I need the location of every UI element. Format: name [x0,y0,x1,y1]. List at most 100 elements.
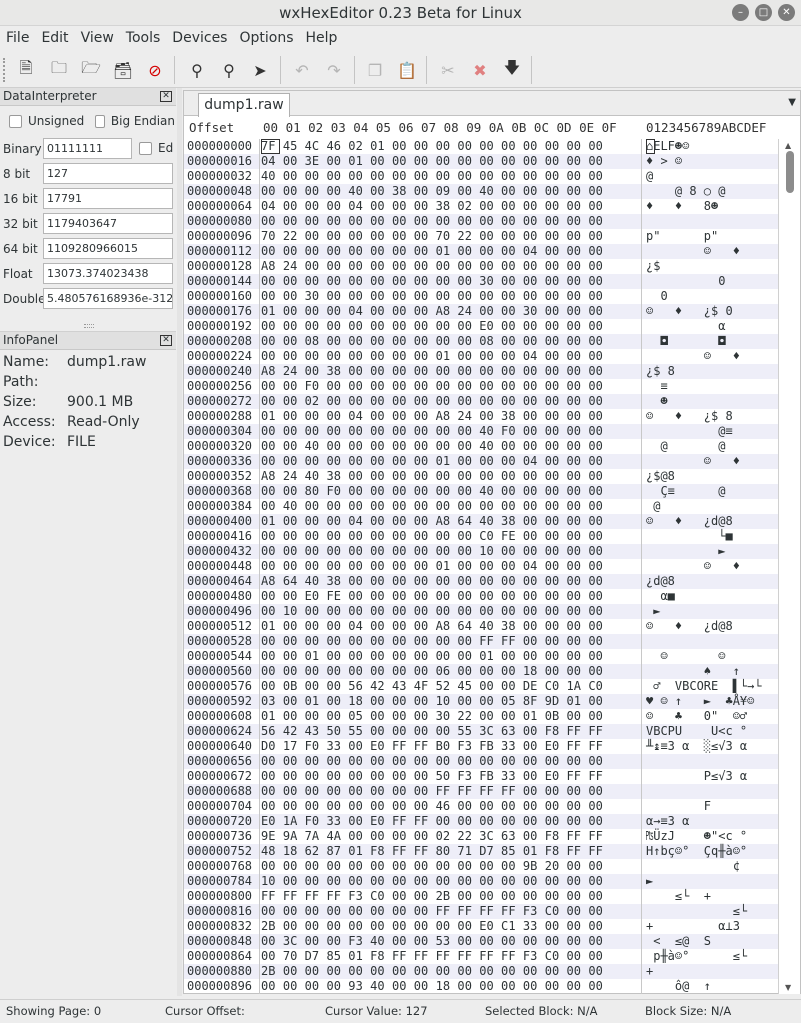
row-hex-bytes[interactable]: 00 00 80 F0 00 00 00 00 00 00 40 00 00 0… [261,484,603,499]
hex-row[interactable]: 000000544 00 00 01 00 00 00 00 00 00 00 0… [184,649,778,664]
close-icon[interactable]: ✕ [160,335,172,346]
row-text[interactable]: ¢ [646,859,740,874]
hex-row[interactable]: 000000496 00 10 00 00 00 00 00 00 00 00 0… [184,604,778,619]
row-hex-bytes[interactable]: 00 00 00 00 00 00 00 00 00 00 10 00 00 0… [261,544,603,559]
row-hex-bytes[interactable]: 03 00 01 00 18 00 00 00 10 00 00 05 8F 9… [261,694,603,709]
hex-row[interactable]: 000000112 00 00 00 00 00 00 00 00 01 00 0… [184,244,778,259]
new-file-icon[interactable]: 🗎 [14,58,38,82]
row-hex-bytes[interactable]: 00 00 00 00 00 00 00 00 00 00 C0 FE 00 0… [261,529,603,544]
hex-row[interactable]: 000000160 00 00 30 00 00 00 00 00 00 00 0… [184,289,778,304]
row-hex-bytes[interactable]: A8 24 00 00 00 00 00 00 00 00 00 00 00 0… [261,259,603,274]
row-hex-bytes[interactable]: 00 00 02 00 00 00 00 00 00 00 00 00 00 0… [261,394,603,409]
menu-tools[interactable]: Tools [120,26,167,52]
hex-row[interactable]: 000000304 00 00 00 00 00 00 00 00 00 00 4… [184,424,778,439]
row-text[interactable]: ≤└ [646,904,747,919]
row-hex-bytes[interactable]: D0 17 F0 33 00 E0 FF FF B0 F3 FB 33 00 E… [261,739,603,754]
row-text[interactable]: 0 [646,289,667,304]
row-hex-bytes[interactable]: 00 00 00 00 00 00 00 00 01 00 00 00 04 0… [261,454,603,469]
row-text[interactable]: ¿$ 8 [646,364,675,379]
hex-row[interactable]: 000000048 00 00 00 00 40 00 38 00 09 00 4… [184,184,778,199]
row-text[interactable]: ☺ ♦ ¿d@8 [646,514,733,529]
binary-field[interactable]: 01111111 [43,138,132,159]
scroll-down-icon[interactable]: ▼ [785,983,791,992]
row-hex-bytes[interactable]: A8 24 40 38 00 00 00 00 00 00 00 00 00 0… [261,469,603,484]
hex-row[interactable]: 000000352 A8 24 40 38 00 00 00 00 00 00 0… [184,469,778,484]
hex-row[interactable]: 000000672 00 00 00 00 00 00 00 00 50 F3 F… [184,769,778,784]
hex-row[interactable]: 000000096 70 22 00 00 00 00 00 00 70 22 0… [184,229,778,244]
row-hex-bytes[interactable]: 00 00 00 00 00 00 00 00 00 00 FF FF 00 0… [261,634,603,649]
row-text[interactable]: ≡ [646,379,667,394]
hex-row[interactable]: 000000560 00 00 00 00 00 00 00 00 06 00 0… [184,664,778,679]
hex-row[interactable]: 000000432 00 00 00 00 00 00 00 00 00 00 1… [184,544,778,559]
row-text[interactable]: VBCPU U<c ° [646,724,747,739]
row-text[interactable]: ☺ ♦ [646,559,740,574]
row-text[interactable]: + α⊥3 [646,919,740,934]
menu-file[interactable]: File [0,26,35,52]
row-hex-bytes[interactable]: 70 22 00 00 00 00 00 00 70 22 00 00 00 0… [261,229,603,244]
row-text[interactable]: @ [646,169,653,184]
row-hex-bytes[interactable]: 2B 00 00 00 00 00 00 00 00 00 E0 C1 33 0… [261,919,603,934]
row-hex-bytes[interactable]: 04 00 3E 00 01 00 00 00 00 00 00 00 00 0… [261,154,603,169]
row-text[interactable]: ♂ VBCORE ▌└→└ [646,679,761,694]
hex-row[interactable]: 000000576 00 0B 00 00 56 42 43 4F 52 45 0… [184,679,778,694]
hex-row[interactable]: 000000144 00 00 00 00 00 00 00 00 00 00 3… [184,274,778,289]
row-hex-bytes[interactable]: 00 00 00 00 00 00 00 00 46 00 00 00 00 0… [261,799,603,814]
hex-row[interactable]: 000000288 01 00 00 00 04 00 00 00 A8 24 0… [184,409,778,424]
hex-row[interactable]: 000000240 A8 24 00 38 00 00 00 00 00 00 0… [184,364,778,379]
row-hex-bytes[interactable]: 00 00 08 00 00 00 00 00 00 00 08 00 00 0… [261,334,603,349]
row-text[interactable]: ☺ ♦ [646,244,740,259]
open-device-icon[interactable]: 🗁 [79,58,103,82]
row-text[interactable]: Ç≡ @ [646,484,725,499]
row-hex-bytes[interactable]: 00 00 00 00 00 00 00 00 01 00 00 00 04 0… [261,244,603,259]
paste-icon[interactable]: 📋 [395,58,419,82]
hex-row[interactable]: 000000016 04 00 3E 00 01 00 00 00 00 00 0… [184,154,778,169]
row-hex-bytes[interactable]: 00 00 00 00 00 00 00 00 00 00 30 00 00 0… [261,274,603,289]
hex-row[interactable]: 000000208 00 00 08 00 00 00 00 00 00 00 0… [184,334,778,349]
row-text[interactable]: ₧ÜzJ ☻"<c ° [646,829,747,844]
row-hex-bytes[interactable]: 7F 45 4C 46 02 01 00 00 00 00 00 00 00 0… [261,139,603,154]
hex-row[interactable]: 000000320 00 00 40 00 00 00 00 00 00 00 4… [184,439,778,454]
hex-row[interactable]: 000000768 00 00 00 00 00 00 00 00 00 00 0… [184,859,778,874]
row-hex-bytes[interactable]: 00 00 00 00 00 00 00 00 FF FF FF FF 00 0… [261,784,603,799]
row-hex-bytes[interactable]: 00 00 00 00 00 00 00 00 50 F3 FB 33 00 E… [261,769,603,784]
64bit-field[interactable]: 1109280966015 [43,238,173,259]
row-hex-bytes[interactable]: 04 00 00 00 04 00 00 00 38 02 00 00 00 0… [261,199,603,214]
menu-edit[interactable]: Edit [35,26,74,52]
hex-row[interactable]: 000000864 00 70 D7 85 01 F8 FF FF FF FF F… [184,949,778,964]
menu-help[interactable]: Help [300,26,344,52]
row-text[interactable]: ♦ > ☺ [646,154,682,169]
row-hex-bytes[interactable]: 00 40 00 00 00 00 00 00 00 00 00 00 00 0… [261,499,603,514]
hex-row[interactable]: 000000752 48 18 62 87 01 F8 FF FF 80 71 D… [184,844,778,859]
hex-row[interactable]: 000000176 01 00 00 00 04 00 00 00 A8 24 0… [184,304,778,319]
hex-row[interactable]: 000000848 00 3C 00 00 F3 40 00 00 53 00 0… [184,934,778,949]
row-hex-bytes[interactable]: 00 3C 00 00 F3 40 00 00 53 00 00 00 00 0… [261,934,603,949]
row-text[interactable]: ¿d@8 [646,574,675,589]
row-hex-bytes[interactable]: A8 24 00 38 00 00 00 00 00 00 00 00 00 0… [261,364,603,379]
hex-row[interactable]: 000000512 01 00 00 00 04 00 00 00 A8 64 4… [184,619,778,634]
hex-row[interactable]: 000000368 00 00 80 F0 00 00 00 00 00 00 4… [184,484,778,499]
row-text[interactable]: < ≤@ S [646,934,711,949]
find-icon[interactable]: ⚲ [185,58,209,82]
row-hex-bytes[interactable]: 00 00 00 00 40 00 38 00 09 00 40 00 00 0… [261,184,603,199]
row-hex-bytes[interactable]: FF FF FF FF F3 C0 00 00 2B 00 00 00 00 0… [261,889,603,904]
row-text[interactable]: ♥ ☺ ↑ ► ♣Å¥☺ [646,694,754,709]
tab-menu-icon[interactable]: ▼ [788,97,796,108]
hex-row[interactable]: 000000608 01 00 00 00 05 00 00 00 30 22 0… [184,709,778,724]
row-hex-bytes[interactable]: 10 00 00 00 00 00 00 00 00 00 00 00 00 0… [261,874,603,889]
row-text[interactable]: ☺ ♣ 0" ☺♂ [646,709,747,724]
row-text[interactable]: ► [646,874,653,889]
toolbar-grip[interactable] [3,58,7,82]
hex-row[interactable]: 000000704 00 00 00 00 00 00 00 00 46 00 0… [184,799,778,814]
hex-row[interactable]: 000000224 00 00 00 00 00 00 00 00 01 00 0… [184,349,778,364]
row-text[interactable]: ♦ ♦ 8☻ [646,199,718,214]
hex-row[interactable]: 000000256 00 00 F0 00 00 00 00 00 00 00 0… [184,379,778,394]
hex-row[interactable]: 000000656 00 00 00 00 00 00 00 00 00 00 0… [184,754,778,769]
row-hex-bytes[interactable]: A8 64 40 38 00 00 00 00 00 00 00 00 00 0… [261,574,603,589]
row-text[interactable]: @ [646,499,660,514]
hex-row[interactable]: 000000592 03 00 01 00 18 00 00 00 10 00 0… [184,694,778,709]
row-hex-bytes[interactable]: 00 00 01 00 00 00 00 00 00 00 01 00 00 0… [261,649,603,664]
hex-row[interactable]: 000000080 00 00 00 00 00 00 00 00 00 00 0… [184,214,778,229]
panel-resize-grip[interactable] [84,324,94,328]
row-hex-bytes[interactable]: 56 42 43 50 55 00 00 00 00 55 3C 63 00 F… [261,724,603,739]
row-hex-bytes[interactable]: E0 1A F0 33 00 E0 FF FF 00 00 00 00 00 0… [261,814,603,829]
